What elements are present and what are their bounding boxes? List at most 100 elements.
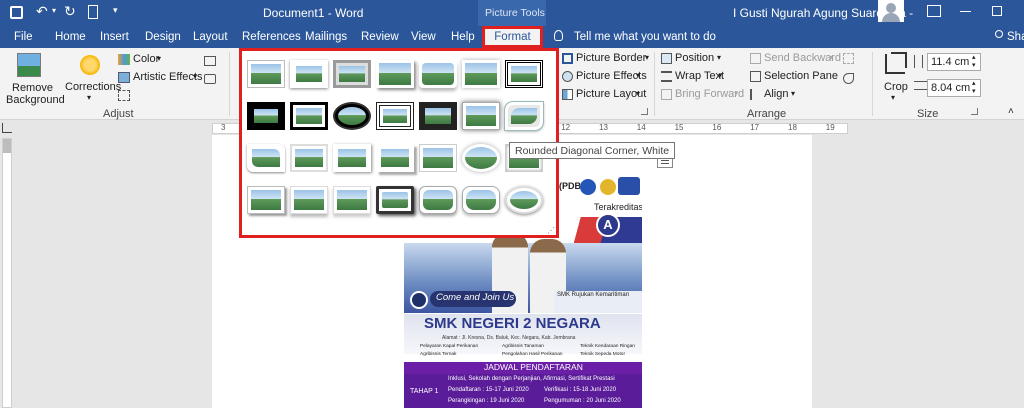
- picture-style-simple-frame-white[interactable]: [247, 60, 285, 88]
- vertical-ruler[interactable]: [2, 138, 12, 408]
- avatar[interactable]: [878, 0, 904, 22]
- align-icon[interactable]: [750, 89, 761, 100]
- picture-style-soft-edge-oval[interactable]: [462, 144, 500, 172]
- tab-help[interactable]: Help: [451, 26, 475, 48]
- reset-picture-icon[interactable]: [204, 74, 216, 84]
- selection-pane-label[interactable]: Selection Pane: [764, 70, 838, 82]
- change-picture-icon[interactable]: [204, 56, 216, 66]
- color-dropdown-icon[interactable]: ▾: [157, 54, 161, 63]
- picture-style-metal-frame[interactable]: [333, 60, 371, 88]
- picture-style-drop-shadow-rectangle[interactable]: [376, 60, 414, 88]
- restore-icon[interactable]: [992, 6, 1002, 16]
- repeat-icon[interactable]: ↻: [64, 3, 76, 20]
- tab-selector-icon[interactable]: [2, 123, 12, 133]
- picture-border-icon[interactable]: [562, 53, 573, 64]
- minimize-icon[interactable]: [960, 11, 971, 12]
- picture-style-reflected-perspective-right[interactable]: [333, 186, 371, 214]
- picture-layout-icon[interactable]: [562, 89, 573, 100]
- picture-border-label[interactable]: Picture Border: [576, 52, 646, 64]
- remove-background-icon[interactable]: [17, 53, 41, 77]
- height-field[interactable]: 11.4 cm ▴ ▾: [927, 53, 981, 71]
- crop-dropdown-icon[interactable]: ▾: [891, 93, 895, 102]
- tab-home[interactable]: Home: [55, 26, 86, 48]
- wrap-text-icon[interactable]: [661, 71, 672, 82]
- undo-dropdown-icon[interactable]: ▾: [52, 6, 56, 15]
- print-preview-icon[interactable]: [88, 5, 98, 19]
- compress-pictures-icon[interactable]: [118, 90, 130, 101]
- artistic-effects-icon[interactable]: [118, 72, 130, 83]
- save-icon[interactable]: [10, 6, 23, 19]
- picture-style-bevel-perspective[interactable]: [247, 186, 285, 214]
- picture-style-moderate-frame-white[interactable]: [290, 144, 328, 172]
- picture-layout-dropdown-icon[interactable]: ▾: [636, 89, 640, 98]
- picture-effects-dropdown-icon[interactable]: ▾: [636, 71, 640, 80]
- tab-view[interactable]: View: [411, 26, 436, 48]
- picture-style-rounded-diagonal-corner-white[interactable]: [504, 101, 544, 131]
- picture-style-beveled-oval-white[interactable]: [505, 186, 543, 214]
- width-spinner-icon[interactable]: ▴ ▾: [972, 80, 976, 96]
- tab-references[interactable]: References: [242, 26, 301, 48]
- collapse-ribbon-icon[interactable]: ˄: [1008, 106, 1014, 117]
- rotate-icon[interactable]: [843, 73, 854, 84]
- share-button[interactable]: Sha: [1007, 26, 1024, 48]
- picture-style-rotated-white[interactable]: [333, 144, 371, 172]
- tab-mailings[interactable]: Mailings: [305, 26, 347, 48]
- picture-style-center-shadow-rectangle[interactable]: [462, 102, 500, 130]
- remove-background-label-1[interactable]: Remove: [12, 82, 53, 94]
- picture-styles-launcher-icon[interactable]: [641, 108, 648, 115]
- crop-label[interactable]: Crop: [884, 81, 908, 93]
- picture-style-thick-matte-black[interactable]: [247, 102, 285, 130]
- width-field[interactable]: 8.04 cm ▴ ▾: [927, 79, 981, 97]
- picture-style-compound-frame-black[interactable]: [376, 102, 414, 130]
- remove-background-label-2[interactable]: Background: [6, 94, 65, 106]
- position-dropdown-icon[interactable]: ▾: [717, 53, 721, 62]
- picture-style-reflected-rounded-rectangle[interactable]: [419, 60, 457, 88]
- gallery-resize-handle-icon[interactable]: ⋰: [547, 226, 555, 235]
- position-icon[interactable]: [661, 53, 672, 64]
- wrap-text-label[interactable]: Wrap Text: [675, 70, 724, 82]
- style-preview-picture: [511, 66, 537, 82]
- height-spinner-icon[interactable]: ▴ ▾: [972, 54, 976, 70]
- color-icon[interactable]: [118, 54, 130, 65]
- picture-style-simple-frame-black[interactable]: [290, 102, 328, 130]
- tab-review[interactable]: Review: [361, 26, 399, 48]
- jadwal-band: JADWAL PENDAFTARAN: [404, 362, 642, 374]
- picture-style-reflected-bevel-white[interactable]: [290, 186, 328, 214]
- picture-effects-icon[interactable]: [562, 71, 573, 82]
- undo-icon[interactable]: ↶: [36, 3, 48, 20]
- ribbon-display-icon[interactable]: [927, 5, 941, 17]
- corrections-dropdown-icon[interactable]: ▾: [87, 93, 91, 102]
- picture-style-bevel-perspective-left-white[interactable]: [376, 186, 414, 214]
- size-launcher-icon[interactable]: [971, 108, 978, 115]
- picture-style-beveled-matte-white[interactable]: [290, 60, 328, 88]
- picture-border-dropdown-icon[interactable]: ▾: [645, 53, 649, 62]
- tab-layout[interactable]: Layout: [193, 26, 228, 48]
- picture-style-moderate-frame-black[interactable]: [419, 102, 457, 130]
- tab-format[interactable]: Format: [482, 26, 543, 48]
- picture-style-metal-rounded-rectangle[interactable]: [419, 186, 457, 214]
- corrections-label[interactable]: Corrections: [65, 81, 121, 93]
- picture-style-metal-oval[interactable]: [462, 186, 500, 214]
- selection-pane-icon[interactable]: [750, 71, 761, 82]
- customize-qat-icon[interactable]: ▾: [113, 5, 118, 16]
- tab-file[interactable]: File: [14, 26, 33, 48]
- corrections-icon[interactable]: [80, 55, 100, 75]
- picture-style-beveled-oval-black[interactable]: [333, 102, 371, 130]
- share-icon[interactable]: [995, 30, 1003, 38]
- align-dropdown-icon[interactable]: ▾: [791, 89, 795, 98]
- picture-style-snip-diagonal-corner-white[interactable]: [247, 144, 285, 172]
- tab-design[interactable]: Design: [145, 26, 181, 48]
- align-label[interactable]: Align: [764, 88, 788, 100]
- position-label[interactable]: Position: [675, 52, 714, 64]
- tab-insert[interactable]: Insert: [100, 26, 129, 48]
- picture-style-relaxed-perspective-white[interactable]: [419, 144, 457, 172]
- artistic-dropdown-icon[interactable]: ▾: [193, 72, 197, 81]
- wrap-text-dropdown-icon[interactable]: ▾: [718, 71, 722, 80]
- picture-style-soft-edge-rectangle[interactable]: [462, 60, 500, 88]
- picture-style-double-frame-black[interactable]: [505, 60, 543, 88]
- color-label[interactable]: Color: [133, 53, 159, 65]
- tell-me-box[interactable]: Tell me what you want to do: [574, 26, 716, 48]
- crop-icon[interactable]: [885, 54, 905, 74]
- major-item: Agribisnis Ternak: [420, 352, 457, 357]
- picture-style-perspective-shadow-white[interactable]: [376, 144, 414, 172]
